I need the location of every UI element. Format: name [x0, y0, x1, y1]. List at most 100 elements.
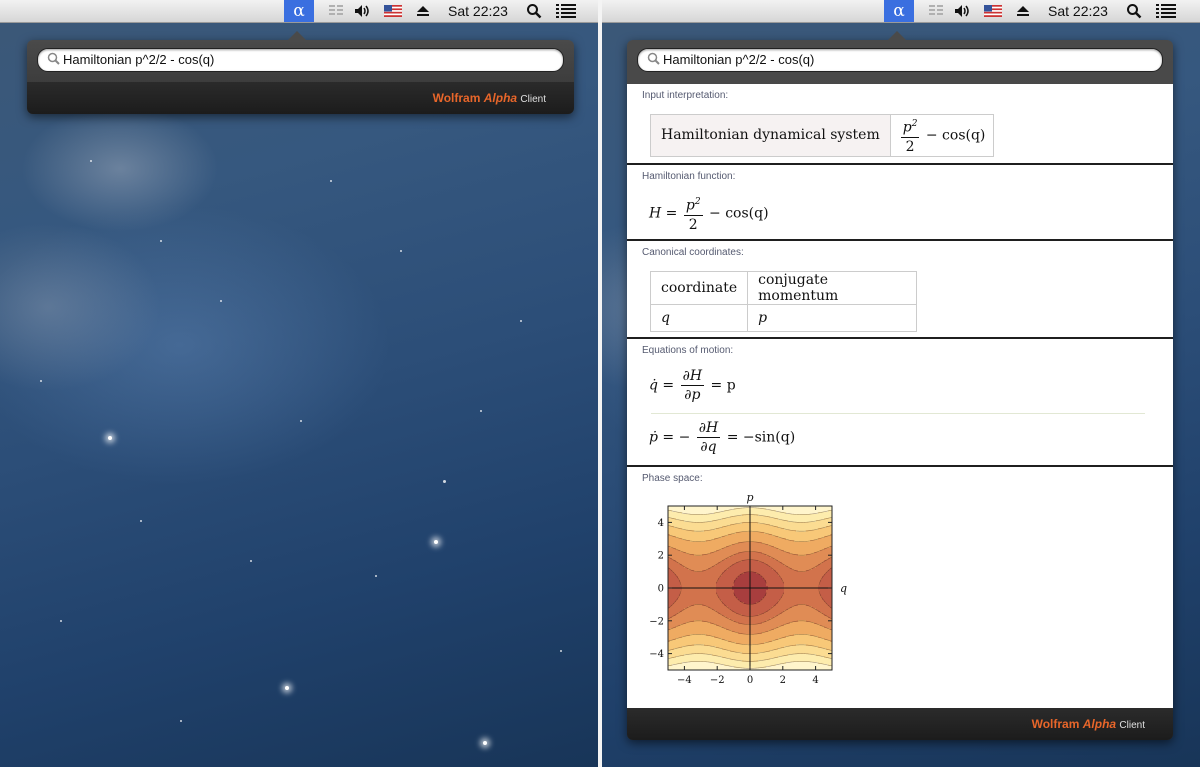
contour-cell — [760, 584, 763, 587]
contour-cell — [714, 560, 717, 563]
stacks-icon[interactable] — [325, 0, 347, 22]
contour-cell — [686, 536, 689, 539]
star — [90, 160, 92, 162]
menu-bar: α Sat 22:23 — [602, 0, 1200, 23]
contour-cell — [700, 642, 703, 645]
contour-cell — [730, 624, 733, 627]
contour-cell — [740, 654, 743, 657]
contour-cell — [708, 526, 711, 529]
spotlight-icon[interactable] — [524, 0, 544, 22]
contour-cell — [778, 580, 781, 583]
contour-cell — [696, 528, 699, 531]
contour-cell — [706, 648, 709, 651]
contour-cell — [742, 584, 745, 587]
list-icon[interactable] — [1155, 0, 1177, 22]
search-field[interactable]: Hamiltonian p^2/2 - cos(q) — [637, 48, 1163, 72]
contour-cell — [760, 546, 763, 549]
contour-cell — [720, 564, 723, 567]
contour-cell — [718, 556, 721, 559]
contour-cell — [754, 568, 757, 571]
contour-cell — [752, 662, 755, 665]
contour-cell — [712, 524, 715, 527]
contour-cell — [782, 616, 785, 619]
contour-cell — [736, 604, 739, 607]
contour-cell — [690, 550, 693, 553]
contour-cell — [722, 590, 725, 593]
contour-cell — [692, 516, 695, 519]
contour-cell — [688, 534, 691, 537]
contour-cell — [692, 606, 695, 609]
contour-cell — [698, 528, 701, 531]
alpha-icon[interactable]: α — [284, 0, 314, 22]
contour-cell — [676, 616, 679, 619]
list-icon[interactable] — [555, 0, 577, 22]
contour-cell — [736, 558, 739, 561]
contour-cell — [736, 568, 739, 571]
contour-cell — [708, 604, 711, 607]
contour-cell — [698, 636, 701, 639]
contour-cell — [744, 552, 747, 555]
eject-icon[interactable] — [1014, 0, 1032, 22]
us-flag-icon[interactable] — [983, 0, 1003, 22]
volume-icon[interactable] — [352, 0, 374, 22]
search-input[interactable]: Hamiltonian p^2/2 - cos(q) — [63, 49, 214, 71]
contour-cell — [718, 652, 721, 655]
contour-cell — [680, 566, 683, 569]
contour-cell — [780, 628, 783, 631]
stacks-icon[interactable] — [925, 0, 947, 22]
contour-cell — [764, 526, 767, 529]
contour-cell — [760, 602, 763, 605]
contour-cell — [756, 640, 759, 643]
menubar-clock[interactable]: Sat 22:23 — [442, 0, 514, 22]
contour-cell — [680, 556, 683, 559]
contour-cell — [678, 660, 681, 663]
contour-cell — [782, 576, 785, 579]
search-field[interactable]: Hamiltonian p^2/2 - cos(q) — [37, 48, 564, 72]
us-flag-icon[interactable] — [383, 0, 403, 22]
contour-cell — [736, 608, 739, 611]
contour-cell — [684, 580, 687, 583]
contour-cell — [726, 638, 729, 641]
contour-cell — [702, 616, 705, 619]
contour-cell — [754, 608, 757, 611]
contour-cell — [782, 652, 785, 655]
contour-cell — [720, 636, 723, 639]
contour-cell — [688, 548, 691, 551]
contour-cell — [678, 570, 681, 573]
menubar-clock[interactable]: Sat 22:23 — [1042, 0, 1114, 22]
volume-icon[interactable] — [952, 0, 974, 22]
contour-cell — [714, 562, 717, 565]
contour-cell — [758, 658, 761, 661]
contour-cell — [720, 660, 723, 663]
contour-cell — [752, 618, 755, 621]
contour-cell — [706, 518, 709, 521]
contour-cell — [784, 516, 787, 519]
contour-cell — [770, 620, 773, 623]
contour-cell — [738, 596, 741, 599]
alpha-icon[interactable]: α — [884, 0, 914, 22]
contour-cell — [706, 656, 709, 659]
contour-cell — [776, 566, 779, 569]
contour-cell — [680, 576, 683, 579]
contour-cell — [694, 560, 697, 563]
contour-cell — [728, 538, 731, 541]
contour-cell — [746, 656, 749, 659]
contour-cell — [752, 582, 755, 585]
contour-cell — [786, 558, 789, 561]
eject-icon[interactable] — [414, 0, 432, 22]
search-input[interactable]: Hamiltonian p^2/2 - cos(q) — [663, 49, 814, 71]
contour-cell — [778, 540, 781, 543]
contour-cell — [688, 608, 691, 611]
contour-cell — [756, 604, 759, 607]
contour-cell — [732, 598, 735, 601]
contour-cell — [714, 568, 717, 571]
spotlight-icon[interactable] — [1124, 0, 1144, 22]
contour-cell — [776, 628, 779, 631]
contour-cell — [762, 602, 765, 605]
contour-cell — [678, 516, 681, 519]
contour-cell — [780, 614, 783, 617]
contour-cell — [676, 556, 679, 559]
contour-cell — [702, 648, 705, 651]
contour-cell — [682, 554, 685, 557]
contour-cell — [752, 622, 755, 625]
